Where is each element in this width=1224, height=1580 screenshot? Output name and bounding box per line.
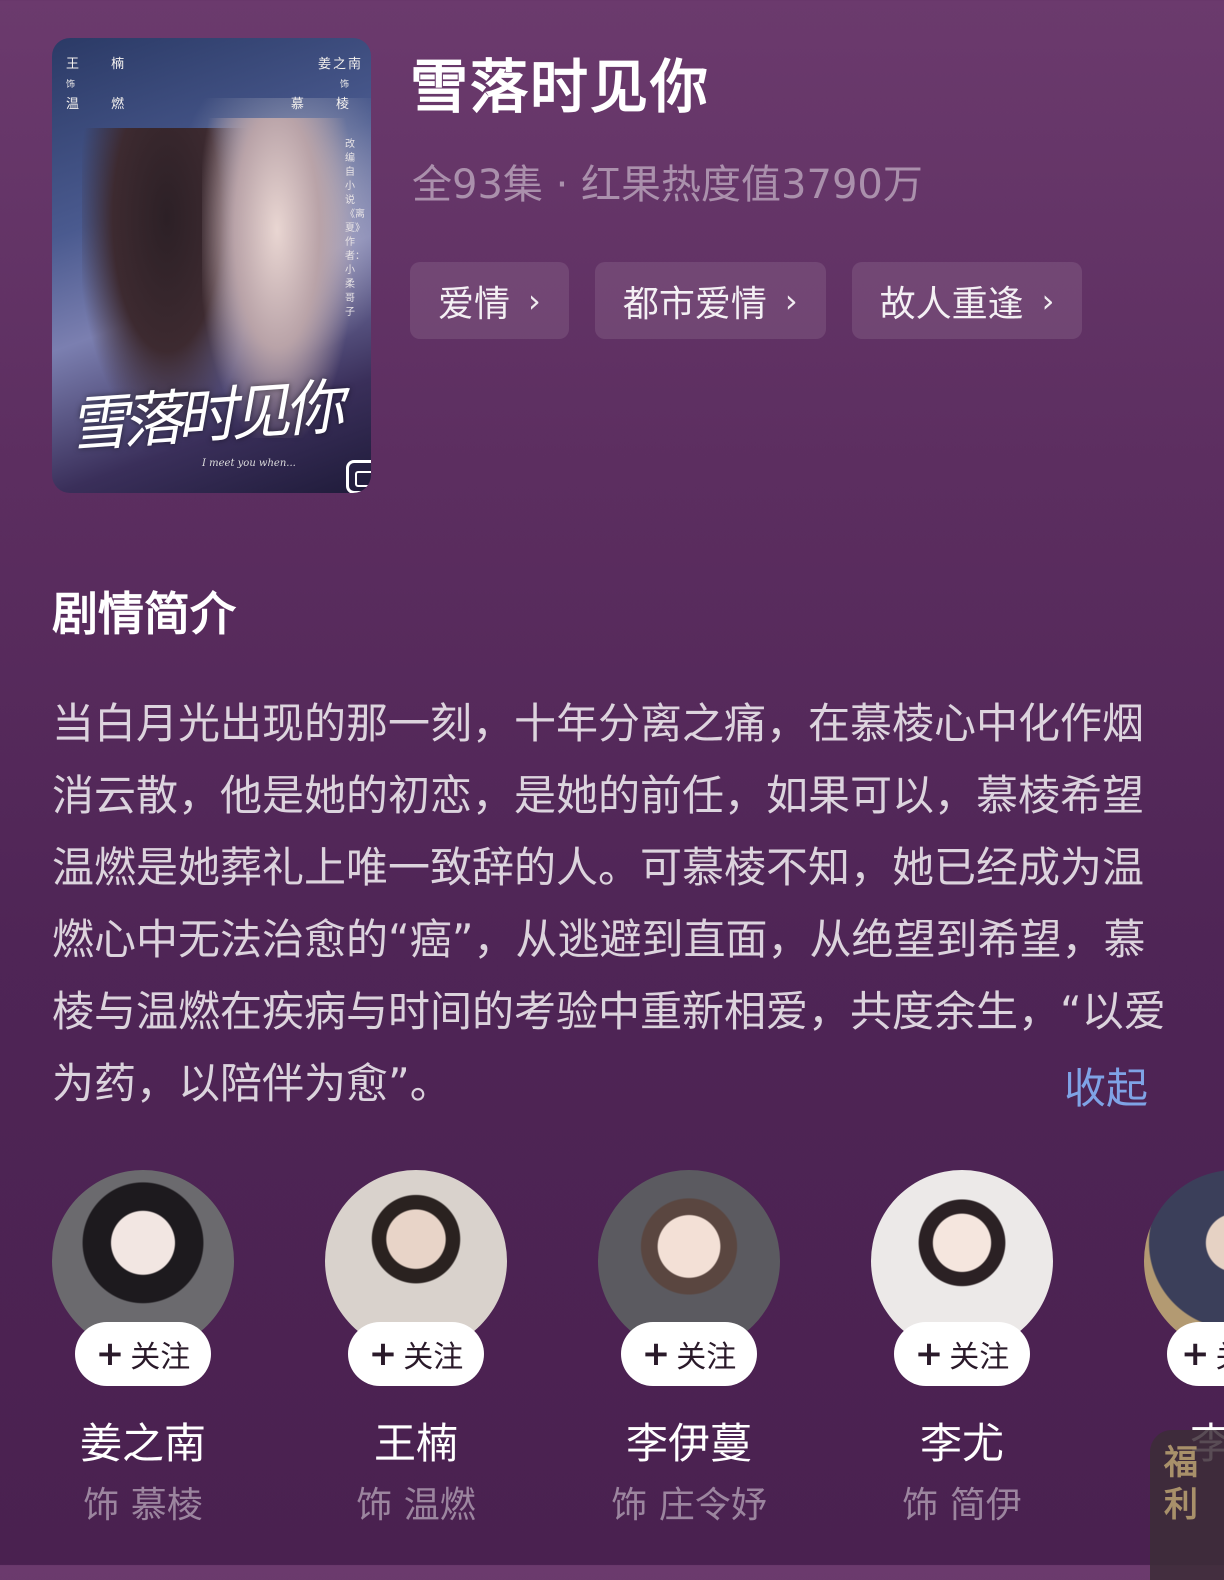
poster-credit-right-actor: 姜之南 [291, 50, 363, 80]
synopsis-text: 当白月光出现的那一刻，十年分离之痛，在慕棱心中化作烟消云散，他是她的初恋，是她的… [52, 688, 1182, 1120]
welfare-floating-button[interactable]: 福 利 [1150, 1430, 1224, 1580]
plus-icon: + [915, 1334, 944, 1374]
poster-credit-left-as: 饰 [66, 80, 138, 90]
drama-title: 雪落时见你 [410, 40, 710, 124]
tag-romance[interactable]: 爱情 › [410, 262, 569, 339]
role-name: 饰 庄令妤 [568, 1476, 810, 1528]
poster-credit-left-role: 温 燃 [66, 90, 138, 120]
tag-urban-romance[interactable]: 都市爱情 › [595, 262, 826, 339]
actor-name: 姜之南 [32, 1410, 254, 1471]
follow-label: 关注 [403, 1332, 463, 1376]
poster-credit-right-as: 饰 [291, 80, 363, 90]
follow-button[interactable]: + 关 [1167, 1322, 1224, 1386]
welfare-label-bottom: 利 [1164, 1484, 1224, 1526]
cast-list: + 关注 姜之南 饰 慕棱 + 关注 王楠 饰 温燃 + 关注 李伊蔓 饰 庄令… [0, 1170, 1224, 1565]
poster-credit-left: 王 楠 饰 温 燃 [66, 50, 138, 120]
chevron-right-icon: › [528, 282, 541, 320]
tag-label: 都市爱情 [623, 275, 767, 327]
tag-reunion[interactable]: 故人重逢 › [852, 262, 1083, 339]
role-name: 饰 简伊 [841, 1476, 1083, 1528]
poster-calligraphy-title: 雪落时见你 [65, 359, 340, 465]
follow-button[interactable]: + 关注 [75, 1322, 211, 1386]
collapse-button[interactable]: 收起 [1064, 1055, 1148, 1116]
role-name: 饰 慕棱 [22, 1476, 264, 1528]
role-name: 饰 温燃 [295, 1476, 537, 1528]
plus-icon: + [369, 1334, 398, 1374]
poster-english-subtitle: I meet you when... [202, 458, 296, 469]
plus-icon: + [1181, 1334, 1210, 1374]
drama-poster[interactable]: 王 楠 饰 温 燃 姜之南 饰 慕 棱 改编自小说《离夏》作者：小柔哥子 雪落时… [52, 38, 371, 493]
poster-credit-right-role: 慕 棱 [291, 90, 363, 120]
follow-label: 关注 [130, 1332, 190, 1376]
actor-name: 王楠 [305, 1410, 527, 1471]
genre-tags: 爱情 › 都市爱情 › 故人重逢 › [410, 262, 1082, 339]
plus-icon: + [642, 1334, 671, 1374]
follow-button[interactable]: + 关注 [348, 1322, 484, 1386]
follow-button[interactable]: + 关注 [894, 1322, 1030, 1386]
follow-label: 关注 [676, 1332, 736, 1376]
actor-name: 李伊蔓 [578, 1410, 800, 1471]
drama-meta: 全93集 · 红果热度值3790万 [412, 152, 923, 210]
chevron-right-icon: › [1042, 282, 1055, 320]
poster-adaptation-note: 改编自小说《离夏》作者：小柔哥子 [345, 138, 359, 320]
poster-logo-icon [346, 460, 371, 493]
plus-icon: + [96, 1334, 125, 1374]
follow-label: 关 [1216, 1332, 1224, 1376]
welfare-label-top: 福 [1164, 1442, 1224, 1484]
synopsis-heading: 剧情简介 [52, 578, 236, 644]
tag-label: 故人重逢 [880, 275, 1024, 327]
actor-name: 李尤 [851, 1410, 1073, 1471]
tag-label: 爱情 [438, 275, 510, 327]
poster-credit-right: 姜之南 饰 慕 棱 [291, 50, 363, 120]
follow-button[interactable]: + 关注 [621, 1322, 757, 1386]
poster-credit-left-actor: 王 楠 [66, 50, 138, 80]
follow-label: 关注 [949, 1332, 1009, 1376]
chevron-right-icon: › [785, 282, 798, 320]
